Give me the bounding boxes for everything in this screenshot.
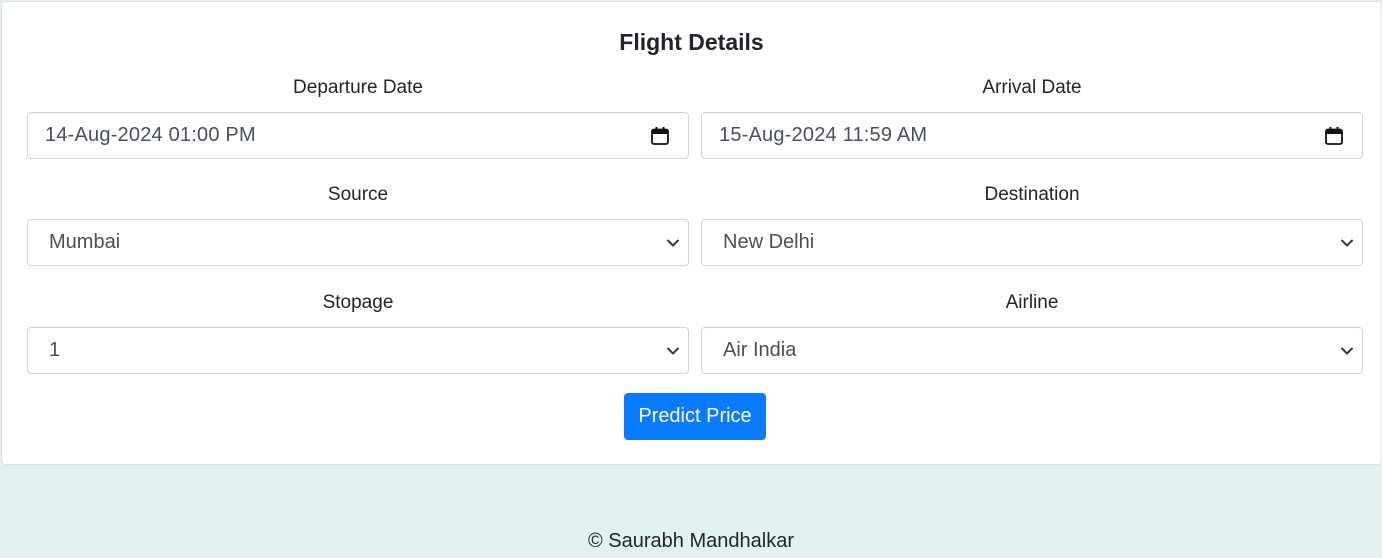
chevron-down-icon [1341, 239, 1353, 246]
flight-details-card: Flight Details Departure Date 14-Aug-202… [1, 1, 1382, 465]
calendar-icon[interactable] [1324, 126, 1344, 146]
footer-copyright: © Saurabh Mandhalkar [588, 530, 794, 552]
stopage-select[interactable]: 1 [27, 327, 689, 374]
arrival-date-value: 15-Aug-2024 11:59 AM [719, 124, 928, 146]
arrival-date-label: Arrival Date [982, 77, 1082, 98]
destination-selected-value: New Delhi [723, 231, 815, 253]
stopage-selected-value: 1 [49, 339, 61, 361]
departure-date-value: 14-Aug-2024 01:00 PM [45, 124, 256, 146]
airline-selected-value: Air India [723, 339, 797, 361]
chevron-down-icon [1341, 347, 1353, 354]
airline-label: Airline [1005, 292, 1059, 313]
destination-select[interactable]: New Delhi [701, 219, 1363, 266]
chevron-down-icon [667, 239, 679, 246]
predict-price-button[interactable]: Predict Price [624, 393, 766, 440]
calendar-icon[interactable] [650, 126, 670, 146]
destination-label: Destination [984, 184, 1080, 205]
form-title: Flight Details [619, 29, 764, 55]
chevron-down-icon [667, 347, 679, 354]
departure-date-input[interactable]: 14-Aug-2024 01:00 PM [27, 112, 689, 159]
departure-date-label: Departure Date [293, 77, 423, 98]
source-label: Source [327, 184, 389, 205]
airline-select[interactable]: Air India [701, 327, 1363, 374]
source-selected-value: Mumbai [49, 231, 121, 253]
stopage-label: Stopage [322, 292, 394, 313]
arrival-date-input[interactable]: 15-Aug-2024 11:59 AM [701, 112, 1363, 159]
source-select[interactable]: Mumbai [27, 219, 689, 266]
